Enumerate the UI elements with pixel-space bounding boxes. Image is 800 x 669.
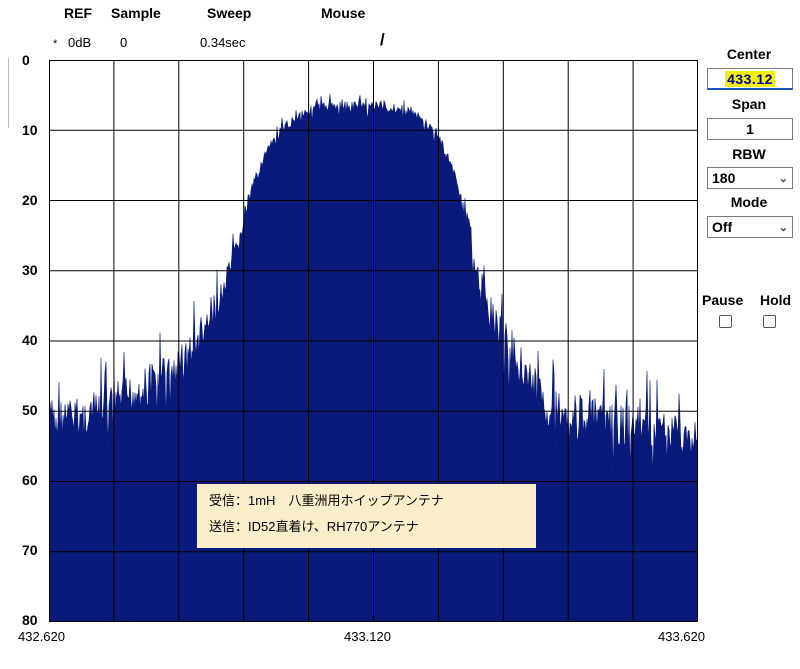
span-input[interactable]: 1 <box>707 118 793 140</box>
pause-checkbox[interactable] <box>719 315 732 328</box>
hold-checkbox[interactable] <box>763 315 776 328</box>
span-label: Span <box>731 96 767 112</box>
y-tick-label: 40 <box>22 332 38 348</box>
ref-value: 0dB <box>68 35 92 50</box>
sweep-value: 0.34sec <box>200 35 246 50</box>
note-line-receive: 受信：1mH 八重洲用ホイップアンテナ <box>209 493 444 508</box>
y-tick-label: 50 <box>22 402 38 418</box>
x-tick-label: 432.620 <box>18 629 65 644</box>
ref-marker: * <box>53 38 58 50</box>
y-tick-label: 80 <box>22 612 38 628</box>
chevron-down-icon: ⌄ <box>778 221 788 234</box>
y-tick-label: 30 <box>22 262 38 278</box>
chevron-down-icon: ⌄ <box>778 172 788 185</box>
x-tick-label: 433.120 <box>344 629 391 644</box>
left-scroll-edge <box>8 58 9 128</box>
note-box: 受信：1mH 八重洲用ホイップアンテナ 送信：ID52直着け、RH770アンテナ <box>197 484 536 548</box>
sample-value: 0 <box>120 35 128 50</box>
sample-label: Sample <box>111 5 161 21</box>
mouse-value: / <box>380 30 385 49</box>
mouse-label: Mouse <box>321 5 366 21</box>
rbw-label: RBW <box>732 146 766 162</box>
mode-value: Off <box>712 219 733 235</box>
note-line-transmit: 送信：ID52直着け、RH770アンテナ <box>209 519 419 534</box>
rbw-value: 180 <box>712 170 736 186</box>
center-label: Center <box>726 46 772 62</box>
y-tick-label: 60 <box>22 472 38 488</box>
sweep-label: Sweep <box>207 5 252 21</box>
center-value: 433.12 <box>725 70 775 87</box>
y-tick-label: 10 <box>22 122 38 138</box>
hold-label: Hold <box>760 292 792 308</box>
span-value: 1 <box>746 121 754 137</box>
ref-label: REF <box>64 5 92 21</box>
y-tick-label: 70 <box>22 542 38 558</box>
center-input[interactable]: 433.12 <box>707 68 793 90</box>
mode-select[interactable]: Off ⌄ <box>707 216 793 238</box>
x-tick-label: 433.620 <box>658 629 705 644</box>
y-tick-label: 20 <box>22 192 38 208</box>
rbw-select[interactable]: 180 ⌄ <box>707 167 793 189</box>
mode-label: Mode <box>730 194 768 210</box>
y-tick-label: 0 <box>22 52 30 68</box>
pause-label: Pause <box>702 292 744 308</box>
